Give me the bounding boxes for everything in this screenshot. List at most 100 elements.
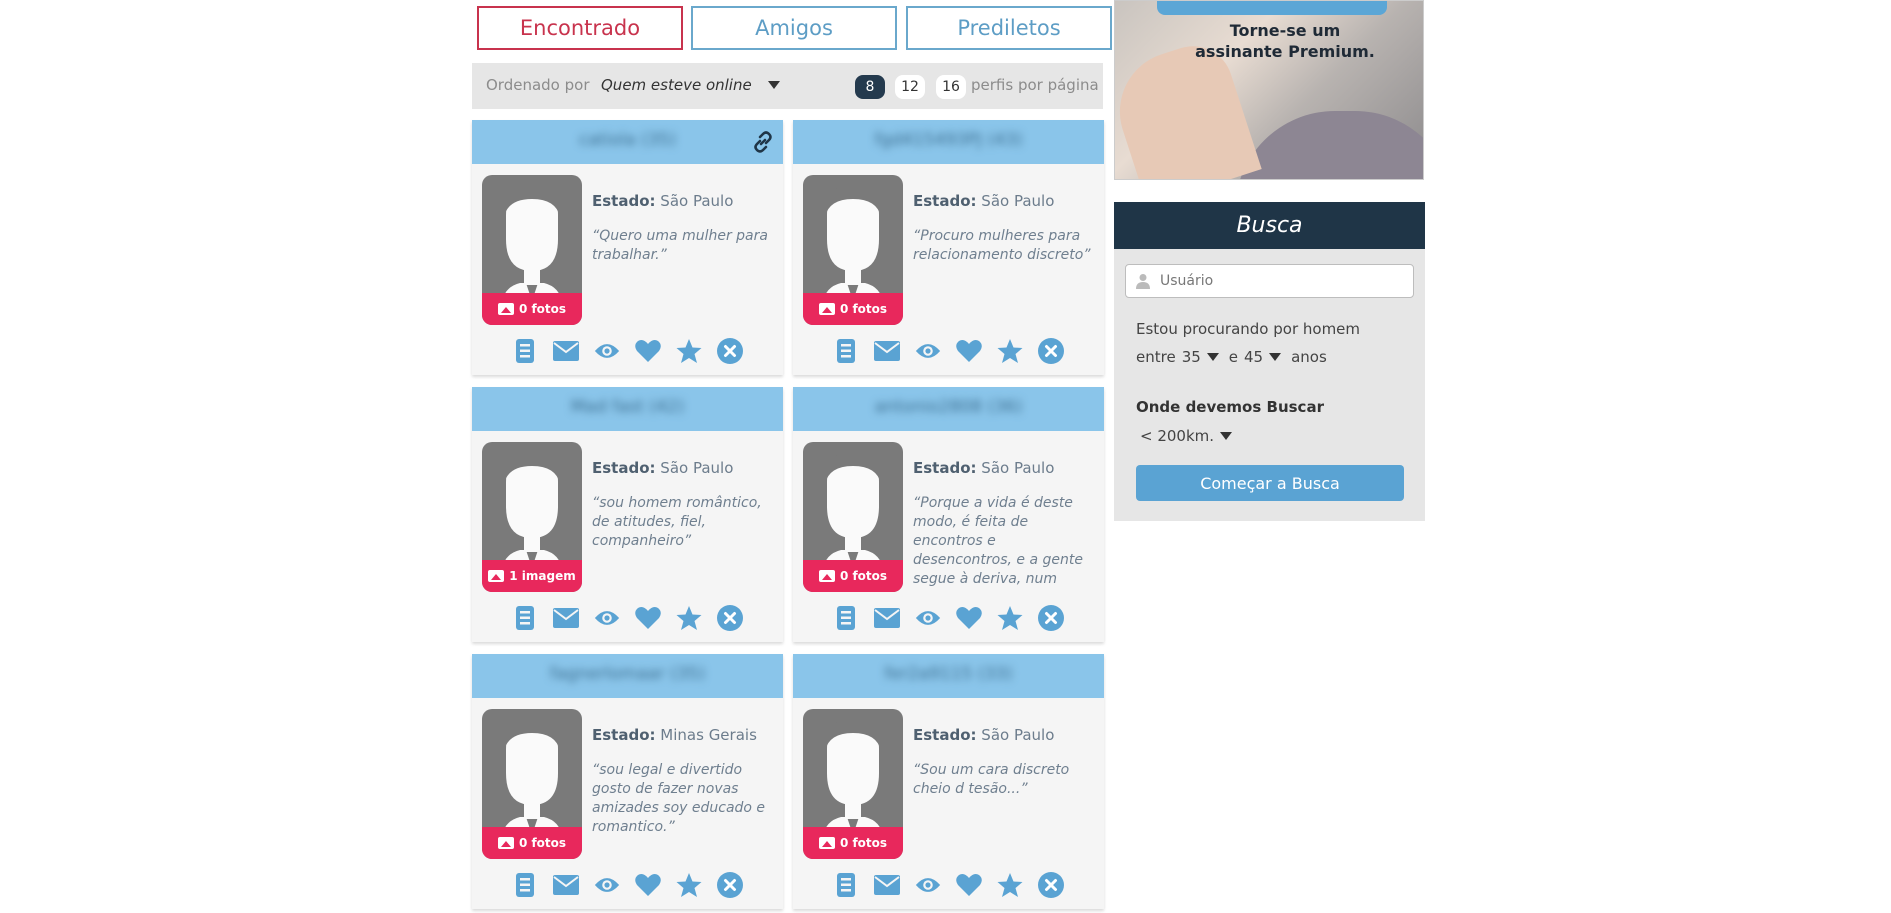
heart-icon[interactable] bbox=[956, 872, 982, 898]
tab-prediletos[interactable]: Prediletos bbox=[906, 6, 1112, 50]
estado-value: São Paulo bbox=[981, 726, 1055, 744]
start-search-button[interactable]: Começar a Busca bbox=[1136, 465, 1404, 501]
photo-count-badge[interactable]: 0 fotos bbox=[803, 293, 903, 325]
profile-card-header[interactable]: Mad fast (42) bbox=[472, 387, 783, 431]
eye-icon[interactable] bbox=[594, 338, 620, 364]
search-title: Busca bbox=[1114, 202, 1425, 249]
sort-label: Ordenado por bbox=[486, 76, 590, 94]
photo-icon bbox=[488, 570, 505, 582]
close-icon[interactable] bbox=[717, 605, 743, 631]
avatar[interactable]: 0 fotos bbox=[803, 709, 903, 859]
profile-card-header[interactable]: fagnerlomaar (35) bbox=[472, 654, 783, 698]
photo-count-badge[interactable]: 1 imagem bbox=[482, 560, 582, 592]
estado-label: Estado: bbox=[913, 459, 977, 477]
sort-chevron-down-icon[interactable] bbox=[768, 81, 780, 89]
eye-icon[interactable] bbox=[915, 338, 941, 364]
close-icon[interactable] bbox=[1038, 338, 1064, 364]
eye-icon[interactable] bbox=[594, 872, 620, 898]
star-icon[interactable] bbox=[676, 605, 702, 631]
profile-icon[interactable] bbox=[833, 338, 859, 364]
close-icon[interactable] bbox=[1038, 605, 1064, 631]
profile-actions bbox=[512, 605, 743, 633]
profile-actions bbox=[833, 338, 1064, 366]
message-icon[interactable] bbox=[553, 872, 579, 898]
avatar[interactable]: 1 imagem bbox=[482, 442, 582, 592]
photo-count-badge[interactable]: 0 fotos bbox=[803, 560, 903, 592]
heart-icon[interactable] bbox=[635, 605, 661, 631]
profile-icon[interactable] bbox=[512, 872, 538, 898]
profile-estado: Estado: São Paulo bbox=[913, 726, 1054, 744]
age-range: entre 35 e 45 anos bbox=[1136, 348, 1327, 366]
eye-icon[interactable] bbox=[915, 872, 941, 898]
close-icon[interactable] bbox=[1038, 872, 1064, 898]
message-icon[interactable] bbox=[874, 605, 900, 631]
close-icon[interactable] bbox=[717, 872, 743, 898]
profile-username[interactable]: Mad fast (42) bbox=[472, 397, 783, 417]
profile-icon[interactable] bbox=[833, 872, 859, 898]
per-page-12[interactable]: 12 bbox=[895, 75, 925, 99]
photo-count: 0 fotos bbox=[518, 302, 567, 316]
message-icon[interactable] bbox=[874, 338, 900, 364]
avatar[interactable]: 0 fotos bbox=[482, 175, 582, 325]
profile-icon[interactable] bbox=[512, 605, 538, 631]
profile-card-header[interactable]: antonio2808 (36) bbox=[793, 387, 1104, 431]
heart-icon[interactable] bbox=[635, 338, 661, 364]
profile-username[interactable]: fer2a9115 (33) bbox=[793, 664, 1104, 684]
promo-text: Torne-se um assinante Premium. bbox=[1185, 20, 1385, 62]
star-icon[interactable] bbox=[676, 338, 702, 364]
profile-card-header[interactable]: fgd415493PJ (43) bbox=[793, 120, 1104, 164]
star-icon[interactable] bbox=[997, 338, 1023, 364]
photo-count-badge[interactable]: 0 fotos bbox=[482, 827, 582, 859]
promo-button[interactable] bbox=[1157, 1, 1387, 15]
tab-amigos[interactable]: Amigos bbox=[691, 6, 897, 50]
profile-card-header[interactable]: fer2a9115 (33) bbox=[793, 654, 1104, 698]
heart-icon[interactable] bbox=[956, 338, 982, 364]
age-from-select[interactable]: entre 35 bbox=[1136, 348, 1219, 366]
message-icon[interactable] bbox=[874, 872, 900, 898]
sort-bar: Ordenado por Quem esteve online 8 12 16 … bbox=[472, 63, 1103, 109]
profile-username[interactable]: antonio2808 (36) bbox=[793, 397, 1104, 417]
profile-card: fagnerlomaar (35) 0 fotos Estado: Minas Ge… bbox=[472, 654, 783, 909]
where-label: Onde devemos Buscar bbox=[1136, 398, 1324, 416]
estado-value: São Paulo bbox=[660, 192, 734, 210]
heart-icon[interactable] bbox=[635, 872, 661, 898]
estado-label: Estado: bbox=[592, 459, 656, 477]
avatar[interactable]: 0 fotos bbox=[803, 175, 903, 325]
heart-icon[interactable] bbox=[956, 605, 982, 631]
link-icon[interactable] bbox=[751, 130, 775, 154]
message-icon[interactable] bbox=[553, 338, 579, 364]
age-to-select[interactable]: e 45 bbox=[1229, 348, 1282, 366]
eye-icon[interactable] bbox=[915, 605, 941, 631]
premium-banner[interactable]: Torne-se um assinante Premium. bbox=[1114, 0, 1424, 180]
per-page-label: perfis por página bbox=[971, 76, 1099, 94]
age-to-value: 45 bbox=[1244, 348, 1264, 366]
profile-estado: Estado: São Paulo bbox=[592, 192, 733, 210]
profile-card-header[interactable]: catiola (35) bbox=[472, 120, 783, 164]
avatar[interactable]: 0 fotos bbox=[803, 442, 903, 592]
profile-username[interactable]: fgd415493PJ (43) bbox=[793, 130, 1104, 150]
profile-icon[interactable] bbox=[833, 605, 859, 631]
distance-select[interactable]: < 200km. bbox=[1140, 427, 1233, 445]
profile-icon[interactable] bbox=[512, 338, 538, 364]
star-icon[interactable] bbox=[997, 872, 1023, 898]
profile-username[interactable]: fagnerlomaar (35) bbox=[472, 664, 783, 684]
per-page-8[interactable]: 8 bbox=[855, 75, 885, 99]
username-placeholder: Usuário bbox=[1160, 273, 1214, 289]
sort-select[interactable]: Quem esteve online bbox=[601, 76, 752, 94]
photo-count: 0 fotos bbox=[518, 836, 567, 850]
star-icon[interactable] bbox=[997, 605, 1023, 631]
photo-count-badge[interactable]: 0 fotos bbox=[803, 827, 903, 859]
per-page-16[interactable]: 16 bbox=[936, 75, 966, 99]
close-icon[interactable] bbox=[717, 338, 743, 364]
estado-value: São Paulo bbox=[981, 192, 1055, 210]
star-icon[interactable] bbox=[676, 872, 702, 898]
tab-encontrado[interactable]: Encontrado bbox=[477, 6, 683, 50]
profile-username[interactable]: catiola (35) bbox=[472, 130, 783, 150]
profile-actions bbox=[512, 872, 743, 900]
eye-icon[interactable] bbox=[594, 605, 620, 631]
avatar[interactable]: 0 fotos bbox=[482, 709, 582, 859]
chevron-down-icon bbox=[1220, 432, 1233, 440]
photo-count-badge[interactable]: 0 fotos bbox=[482, 293, 582, 325]
message-icon[interactable] bbox=[553, 605, 579, 631]
username-input[interactable]: Usuário bbox=[1125, 264, 1414, 298]
